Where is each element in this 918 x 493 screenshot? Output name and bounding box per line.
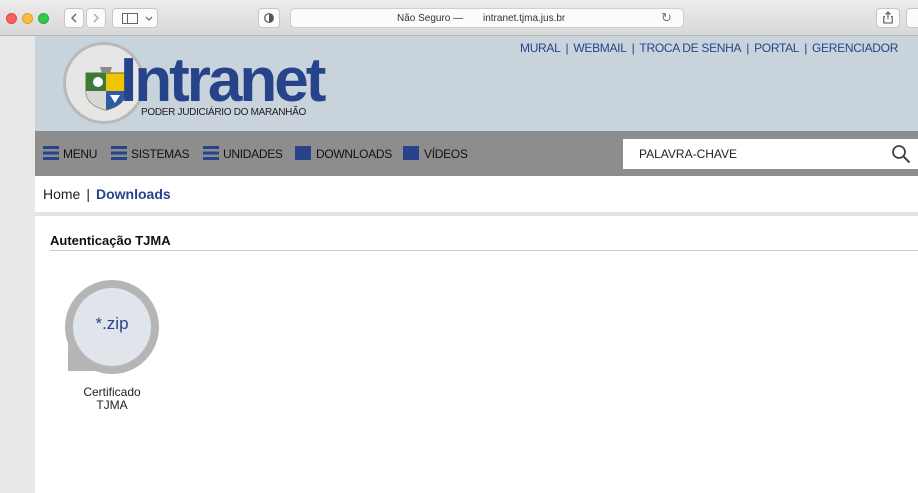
breadcrumb-home[interactable]: Home (43, 186, 80, 202)
shield-icon (264, 13, 274, 23)
section-title: Autenticação TJMA (50, 233, 171, 248)
chevron-down-icon (145, 16, 153, 21)
back-button[interactable] (64, 8, 84, 28)
search-icon[interactable] (891, 144, 911, 164)
section-divider (50, 250, 918, 251)
download-label[interactable]: Certificado TJMA (60, 386, 164, 412)
site-header: Intranet PODER JUDICIÁRIO DO MARANHÃO MU… (35, 36, 918, 131)
chevron-left-icon (71, 13, 77, 23)
share-button[interactable] (876, 8, 900, 28)
top-link-troca-de-senha[interactable]: TROCA DE SENHA (639, 41, 741, 55)
url-text: intranet.tjma.jus.br (483, 13, 566, 24)
close-window-button[interactable] (6, 13, 17, 24)
chevron-right-icon (93, 13, 99, 23)
top-link-gerenciador[interactable]: GERENCIADOR (812, 41, 898, 55)
square-icon (295, 146, 311, 160)
breadcrumb: Home | Downloads (43, 186, 171, 202)
zoom-window-button[interactable] (38, 13, 49, 24)
hamburger-icon (111, 146, 127, 160)
minimize-window-button[interactable] (22, 13, 33, 24)
top-link-separator: | (631, 41, 635, 55)
search-box (623, 139, 918, 169)
top-link-webmail[interactable]: WEBMAIL (573, 41, 627, 55)
sidebar-button[interactable] (112, 8, 158, 28)
nav-item-label: SISTEMAS (131, 147, 190, 161)
top-links: MURAL | WEBMAIL | TROCA DE SENHA | PORTAL | GERE… (520, 41, 898, 55)
nav-item-videos[interactable]: VÍDEOS (403, 146, 468, 162)
nav-item-label: UNIDADES (223, 147, 283, 161)
address-bar[interactable]: Não Seguro — intranet.tjma.jus.br ↻ (290, 8, 684, 28)
tabs-overview-button[interactable] (906, 8, 918, 28)
nav-item-sistemas[interactable]: SISTEMAS (111, 146, 190, 162)
top-link-separator: | (804, 41, 808, 55)
reload-icon[interactable]: ↻ (661, 10, 672, 26)
zip-icon-label: *.zip (95, 314, 129, 333)
download-label-line2: TJMA (96, 398, 128, 412)
top-link-portal[interactable]: PORTAL (754, 41, 799, 55)
nav-item-label: DOWNLOADS (316, 147, 392, 161)
page-gutter (0, 36, 35, 493)
top-link-separator: | (565, 41, 569, 55)
main-nav: MENU SISTEMAS UNIDADES DOWNLOADS VÍDEOS (35, 131, 918, 176)
nav-item-unidades[interactable]: UNIDADES (203, 146, 283, 162)
download-item-certificado[interactable]: *.zip Certificado TJMA (60, 280, 180, 420)
privacy-button[interactable] (258, 8, 280, 28)
forward-button[interactable] (86, 8, 106, 28)
nav-item-menu[interactable]: MENU (43, 146, 97, 162)
breadcrumb-current[interactable]: Downloads (96, 186, 171, 202)
breadcrumb-separator: | (86, 186, 90, 202)
hamburger-icon (43, 146, 59, 160)
share-icon (883, 11, 893, 24)
square-icon (403, 146, 419, 160)
nav-item-label: MENU (63, 147, 98, 161)
search-input[interactable] (623, 139, 883, 169)
top-link-mural[interactable]: MURAL (520, 41, 561, 55)
top-link-separator: | (746, 41, 750, 55)
breadcrumb-divider (35, 212, 918, 216)
sidebar-icon (122, 13, 138, 24)
logo-subtitle: PODER JUDICIÁRIO DO MARANHÃO (141, 107, 306, 118)
browser-titlebar: Não Seguro — intranet.tjma.jus.br ↻ (0, 0, 918, 36)
nav-item-downloads[interactable]: DOWNLOADS (295, 146, 392, 162)
nav-item-label: VÍDEOS (424, 147, 468, 161)
hamburger-icon (203, 146, 219, 160)
security-status: Não Seguro — (397, 13, 464, 24)
